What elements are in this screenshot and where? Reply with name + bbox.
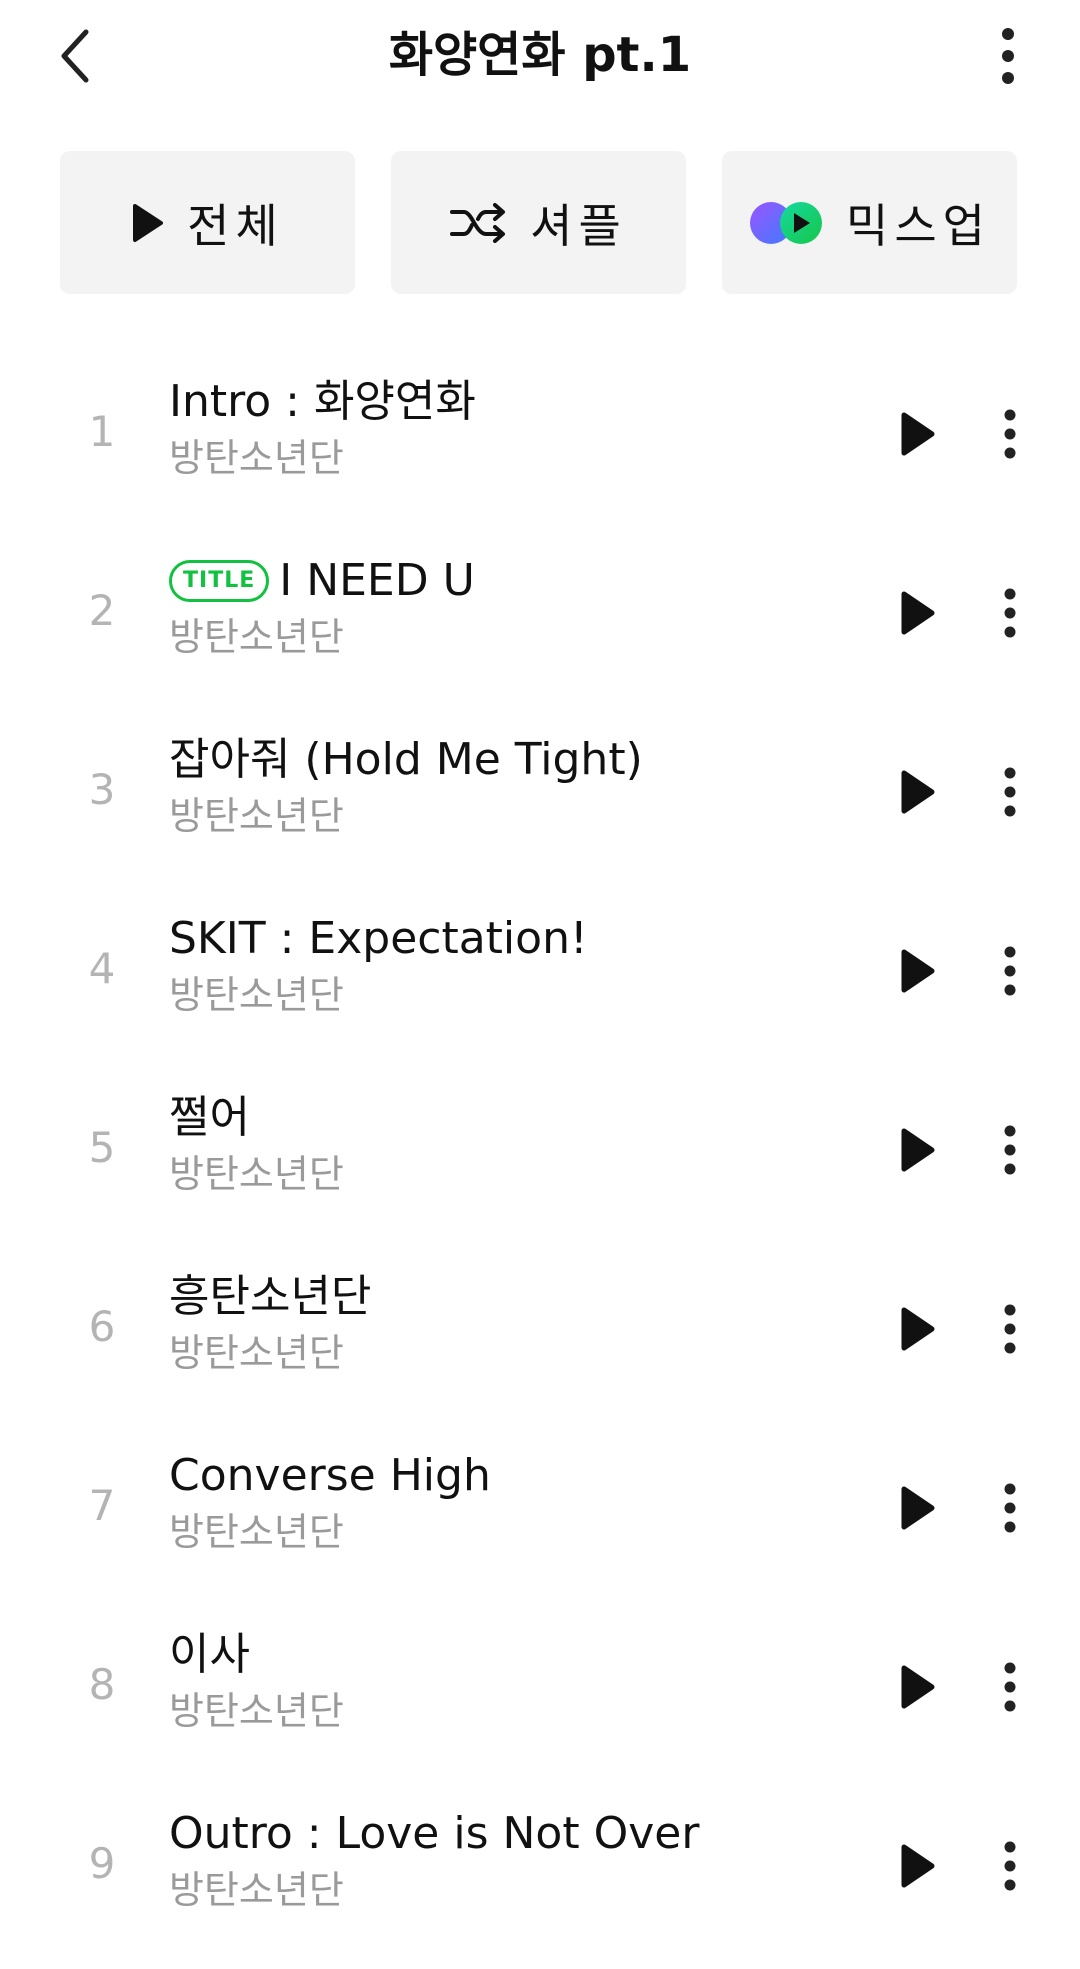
more-options-button[interactable] <box>972 20 1044 92</box>
track-title: Intro : 화양연화 <box>169 376 476 427</box>
mixup-icon <box>750 201 823 244</box>
track-title: Outro : Love is Not Over <box>169 1808 700 1859</box>
vertical-dots-icon <box>1004 1125 1016 1175</box>
track-play-button[interactable] <box>880 396 956 472</box>
track-number: 1 <box>88 407 116 456</box>
track-play-button[interactable] <box>880 754 956 830</box>
track-row[interactable]: 8 이사 방탄소년단 <box>0 1613 1080 1763</box>
track-more-button[interactable] <box>982 754 1038 830</box>
track-title-line: Converse High <box>169 1446 491 1506</box>
back-button[interactable] <box>40 20 112 92</box>
track-title-line: 쩔어 <box>169 1088 250 1148</box>
top-bar: 화양연화 pt.1 <box>0 0 1080 112</box>
track-artist[interactable]: 방탄소년단 <box>169 790 344 842</box>
track-number: 6 <box>88 1302 116 1351</box>
vertical-dots-icon <box>1004 767 1016 817</box>
track-number: 3 <box>88 765 116 814</box>
track-artist[interactable]: 방탄소년단 <box>169 969 344 1021</box>
track-artist[interactable]: 방탄소년단 <box>169 432 344 484</box>
track-play-button[interactable] <box>880 1828 956 1904</box>
shuffle-label: 셔플 <box>530 198 627 253</box>
track-row[interactable]: 9 Outro : Love is Not Over 방탄소년단 <box>0 1792 1080 1942</box>
track-more-button[interactable] <box>982 1828 1038 1904</box>
track-title-line: SKIT : Expectation! <box>169 909 588 969</box>
track-play-button[interactable] <box>880 1649 956 1725</box>
track-artist[interactable]: 방탄소년단 <box>169 1506 344 1558</box>
track-number: 9 <box>88 1839 116 1888</box>
track-row[interactable]: 6 흥탄소년단 방탄소년단 <box>0 1255 1080 1405</box>
track-row[interactable]: 1 Intro : 화양연화 방탄소년단 <box>0 360 1080 510</box>
track-play-button[interactable] <box>880 1112 956 1188</box>
vertical-dots-icon <box>1004 1841 1016 1891</box>
track-number: 2 <box>88 586 116 635</box>
track-title: SKIT : Expectation! <box>169 913 588 964</box>
vertical-dots-icon <box>1002 28 1014 84</box>
track-title-line: 흥탄소년단 <box>169 1267 371 1327</box>
vertical-dots-icon <box>1004 946 1016 996</box>
track-number: 4 <box>88 944 116 993</box>
play-icon <box>901 949 935 993</box>
track-title-line: Outro : Love is Not Over <box>169 1804 699 1864</box>
track-title-line: TITLE I NEED U <box>169 551 475 611</box>
track-row[interactable]: 3 잡아줘 (Hold Me Tight) 방탄소년단 <box>0 718 1080 868</box>
play-icon <box>901 1844 935 1888</box>
title-badge: TITLE <box>169 560 270 602</box>
track-title-line: 이사 <box>169 1625 250 1685</box>
mixup-button[interactable]: 믹스업 <box>722 151 1017 294</box>
track-play-button[interactable] <box>880 1470 956 1546</box>
play-icon <box>133 203 164 242</box>
track-more-button[interactable] <box>982 1291 1038 1367</box>
track-play-button[interactable] <box>880 1291 956 1367</box>
track-row[interactable]: 2 TITLE I NEED U 방탄소년단 <box>0 539 1080 689</box>
track-title: 잡아줘 (Hold Me Tight) <box>169 734 643 785</box>
track-number: 5 <box>88 1123 116 1172</box>
vertical-dots-icon <box>1004 409 1016 459</box>
play-icon <box>901 1128 935 1172</box>
vertical-dots-icon <box>1004 1662 1016 1712</box>
track-number: 8 <box>88 1660 116 1709</box>
track-artist[interactable]: 방탄소년단 <box>169 1864 344 1916</box>
play-icon <box>901 1486 935 1530</box>
play-icon <box>901 770 935 814</box>
vertical-dots-icon <box>1004 588 1016 638</box>
track-title-line: 잡아줘 (Hold Me Tight) <box>169 730 643 790</box>
play-icon <box>901 1665 935 1709</box>
track-row[interactable]: 7 Converse High 방탄소년단 <box>0 1434 1080 1584</box>
shuffle-button[interactable]: 셔플 <box>391 151 686 294</box>
vertical-dots-icon <box>1004 1483 1016 1533</box>
track-more-button[interactable] <box>982 396 1038 472</box>
track-play-button[interactable] <box>880 575 956 651</box>
action-buttons: 전체 셔플 믹스업 <box>60 151 1020 294</box>
play-icon <box>901 412 935 456</box>
track-more-button[interactable] <box>982 1112 1038 1188</box>
track-title: 이사 <box>169 1629 250 1680</box>
play-icon <box>901 1307 935 1351</box>
track-title-line: Intro : 화양연화 <box>169 372 476 432</box>
track-more-button[interactable] <box>982 1649 1038 1725</box>
track-artist[interactable]: 방탄소년단 <box>169 1327 344 1379</box>
track-title: 흥탄소년단 <box>169 1271 372 1322</box>
track-artist[interactable]: 방탄소년단 <box>169 611 344 663</box>
track-artist[interactable]: 방탄소년단 <box>169 1148 344 1200</box>
track-number: 7 <box>88 1481 116 1530</box>
track-more-button[interactable] <box>982 575 1038 651</box>
play-all-label: 전체 <box>187 198 284 253</box>
track-artist[interactable]: 방탄소년단 <box>169 1685 344 1737</box>
page-title: 화양연화 pt.1 <box>388 27 692 83</box>
track-title: Converse High <box>169 1450 491 1501</box>
track-title: I NEED U <box>279 555 475 606</box>
play-icon <box>901 591 935 635</box>
chevron-left-icon <box>61 29 89 83</box>
shuffle-icon <box>450 202 506 243</box>
track-play-button[interactable] <box>880 933 956 1009</box>
mixup-label: 믹스업 <box>846 198 991 253</box>
track-more-button[interactable] <box>982 933 1038 1009</box>
play-all-button[interactable]: 전체 <box>60 151 355 294</box>
track-title: 쩔어 <box>169 1092 250 1143</box>
vertical-dots-icon <box>1004 1304 1016 1354</box>
track-row[interactable]: 4 SKIT : Expectation! 방탄소년단 <box>0 897 1080 1047</box>
track-row[interactable]: 5 쩔어 방탄소년단 <box>0 1076 1080 1226</box>
track-more-button[interactable] <box>982 1470 1038 1546</box>
